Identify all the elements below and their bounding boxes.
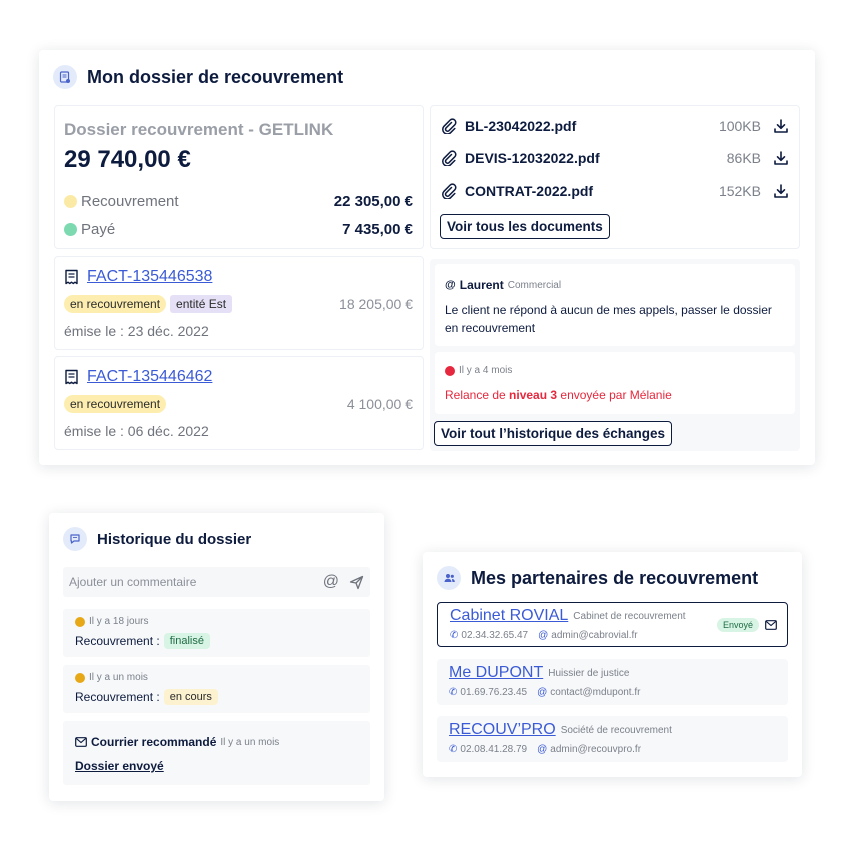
- courrier-time: Il y a un mois: [220, 736, 280, 748]
- comment-card: @ Laurent Commercial Le client ne répond…: [435, 264, 795, 346]
- entity-badge: entité Est: [170, 295, 233, 313]
- status-dot: [75, 616, 85, 627]
- event-text: Relance de niveau 3 envoyée par Mélanie: [445, 388, 672, 402]
- paye-dot: [64, 223, 77, 236]
- history-label: Recouvrement :: [75, 690, 160, 704]
- document-size: 152KB: [718, 183, 761, 199]
- summary-line-paye: Payé 7 435,00 €: [64, 221, 413, 238]
- paperclip-icon: [441, 150, 457, 166]
- partner-email: admin@cabrovial.fr: [551, 630, 638, 641]
- comment-role: Commercial: [507, 279, 562, 291]
- document-size: 86KB: [726, 150, 761, 166]
- courrier-item: Courrier recommandé Il y a un mois Dossi…: [63, 721, 370, 785]
- dossier-card: Mon dossier de recouvrement Dossier reco…: [39, 50, 815, 465]
- status-badge: en recouvrement: [64, 295, 167, 313]
- invoice-date: émise le : 23 déc. 2022: [64, 323, 209, 339]
- status-badge: finalisé: [163, 633, 210, 649]
- partner-name-link[interactable]: Cabinet ROVIAL: [450, 607, 568, 625]
- courrier-link[interactable]: Dossier envoyé: [75, 759, 164, 773]
- invoice-amount: 4 100,00 €: [346, 396, 413, 412]
- phone-icon: ✆: [450, 630, 459, 641]
- at-icon: @: [537, 744, 548, 755]
- partner-name-link[interactable]: Me DUPONT: [449, 664, 543, 682]
- receipt-icon: [64, 269, 79, 285]
- dossier-summary: Dossier recouvrement - GETLINK 29 740,00…: [54, 105, 424, 249]
- paperclip-icon: [441, 183, 457, 199]
- recouvrement-dot: [64, 195, 77, 208]
- comment-input[interactable]: Ajouter un commentaire @: [63, 567, 370, 597]
- exchanges-panel: @ Laurent Commercial Le client ne répond…: [430, 259, 800, 451]
- at-icon: @: [537, 687, 548, 698]
- send-icon[interactable]: [349, 575, 364, 590]
- status-dot: [75, 672, 85, 683]
- download-icon[interactable]: [773, 150, 789, 166]
- invoice-link[interactable]: FACT-135446462: [87, 368, 212, 386]
- dossier-name: Dossier recouvrement - GETLINK: [64, 120, 334, 139]
- document-row[interactable]: DEVIS-12032022.pdf 86KB: [441, 148, 789, 168]
- partner-email: contact@mdupont.fr: [550, 687, 641, 698]
- invoice-link[interactable]: FACT-135446538: [87, 268, 212, 286]
- partner-role: Huissier de justice: [548, 667, 630, 679]
- document-name: BL-23042022.pdf: [465, 118, 577, 134]
- event-time: Il y a 4 mois: [459, 365, 513, 376]
- invoice-date: émise le : 06 déc. 2022: [64, 423, 209, 439]
- historique-title: Historique du dossier: [97, 530, 252, 548]
- partner-email: admin@recouvpro.fr: [550, 744, 642, 755]
- dossier-title: Mon dossier de recouvrement: [87, 66, 344, 87]
- partenaires-title: Mes partenaires de recouvrement: [471, 567, 759, 588]
- partner-card[interactable]: Me DUPONT Huissier de justice ✆ 01.69.76.…: [437, 659, 788, 705]
- comment-text: Le client ne répond à aucun de mes appel…: [445, 303, 772, 335]
- receipt-icon: [64, 369, 79, 385]
- partner-phone: 02.08.41.28.79: [460, 744, 528, 755]
- envelope-icon: [75, 737, 87, 747]
- partner-phone: 01.69.76.23.45: [460, 687, 528, 698]
- status-badge: en cours: [163, 689, 218, 705]
- phone-icon: ✆: [449, 744, 458, 755]
- document-size: 100KB: [718, 118, 761, 134]
- sent-badge: Envoyé: [716, 618, 759, 632]
- history-item: Il y a 18 jours Recouvrement : finalisé: [63, 609, 370, 657]
- historique-card: Historique du dossier Ajouter un comment…: [49, 513, 384, 801]
- invoice-amount: 18 205,00 €: [339, 296, 413, 312]
- documents-panel: BL-23042022.pdf 100KB DEVIS-12032022.pdf…: [430, 105, 800, 249]
- partner-name-link[interactable]: RECOUV’PRO: [449, 721, 556, 739]
- partner-card[interactable]: RECOUV’PRO Société de recouvrement ✆ 02.0…: [437, 716, 788, 762]
- partenaires-card: Mes partenaires de recouvrement Cabinet …: [423, 552, 802, 777]
- partner-role: Société de recouvrement: [560, 724, 672, 736]
- event-card: Il y a 4 mois Relance de niveau 3 envoyé…: [435, 352, 795, 414]
- partner-phone: 02.34.32.65.47: [461, 630, 529, 641]
- users-icon: [437, 566, 461, 590]
- partner-role: Cabinet de recouvrement: [573, 610, 686, 622]
- document-icon: [53, 65, 77, 89]
- mention-button-icon[interactable]: @: [323, 573, 339, 591]
- document-name: DEVIS-12032022.pdf: [465, 150, 600, 166]
- summary-line-recouvrement: Recouvrement 22 305,00 €: [64, 193, 413, 210]
- at-icon: @: [538, 630, 549, 641]
- history-time: Il y a 18 jours: [89, 616, 149, 627]
- document-row[interactable]: CONTRAT-2022.pdf 152KB: [441, 181, 789, 201]
- dossier-total: 29 740,00 €: [64, 146, 191, 173]
- invoice-card: FACT-135446538 en recouvrement entité Es…: [54, 256, 424, 350]
- all-history-button[interactable]: Voir tout l’historique des échanges: [434, 421, 673, 446]
- phone-icon: ✆: [449, 687, 458, 698]
- alert-dot: [445, 365, 455, 376]
- chat-icon: [63, 527, 87, 551]
- invoice-card: FACT-135446462 en recouvrement 4 100,00 …: [54, 356, 424, 450]
- courrier-title: Courrier recommandé: [91, 735, 217, 749]
- comment-placeholder: Ajouter un commentaire: [69, 575, 197, 589]
- history-item: Il y a un mois Recouvrement : en cours: [63, 665, 370, 713]
- comment-author: Laurent: [459, 278, 504, 292]
- download-icon[interactable]: [773, 118, 789, 134]
- partner-card-selected[interactable]: Cabinet ROVIAL Cabinet de recouvrement ✆…: [437, 602, 788, 647]
- document-row[interactable]: BL-23042022.pdf 100KB: [441, 116, 789, 136]
- status-badge: en recouvrement: [64, 395, 167, 413]
- history-time: Il y a un mois: [89, 672, 148, 683]
- envelope-icon[interactable]: [765, 620, 777, 630]
- document-name: CONTRAT-2022.pdf: [465, 183, 594, 199]
- mention-icon: @: [445, 279, 456, 291]
- paperclip-icon: [441, 118, 457, 134]
- download-icon[interactable]: [773, 183, 789, 199]
- all-documents-button[interactable]: Voir tous les documents: [440, 214, 610, 239]
- history-label: Recouvrement :: [75, 634, 160, 648]
